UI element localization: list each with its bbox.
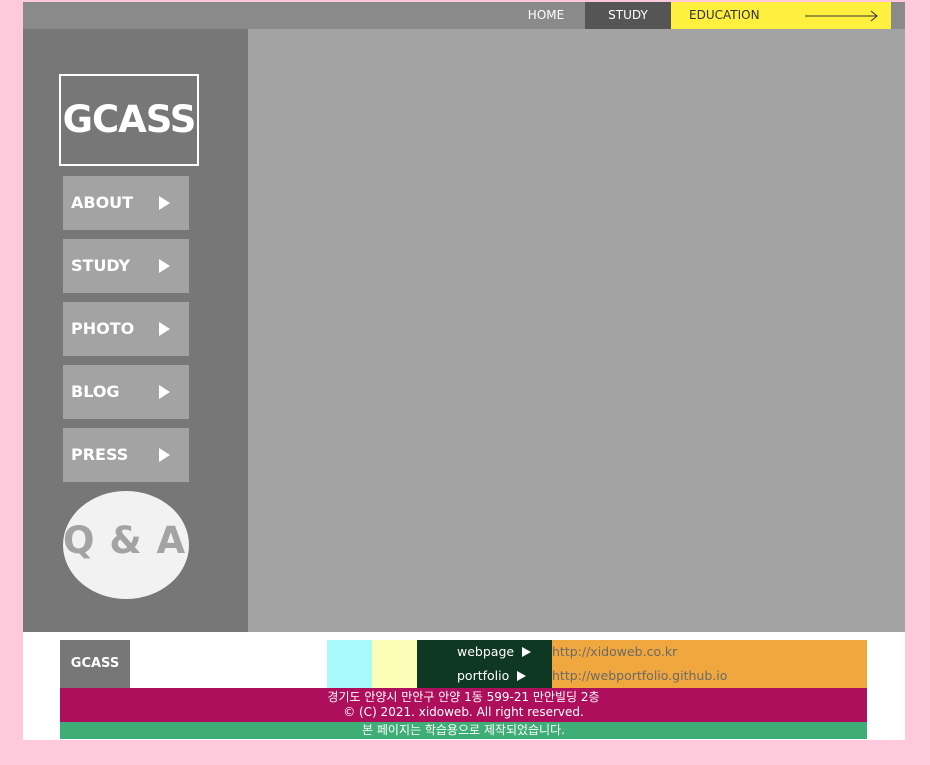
- long-arrow-right-icon: [805, 10, 878, 22]
- footer-link-portfolio[interactable]: portfolio: [457, 668, 527, 683]
- color-swatch-yellow: [372, 640, 417, 688]
- menu-item-label: BLOG: [71, 382, 120, 401]
- footer-link-label: portfolio: [457, 668, 510, 683]
- triangle-right-icon: [159, 322, 170, 336]
- page: HOME STUDY EDUCATION GCASS ABOUT STUDY P…: [23, 2, 905, 740]
- site-logo[interactable]: GCASS: [59, 74, 199, 166]
- top-navigation-bar: HOME STUDY EDUCATION: [23, 2, 905, 29]
- triangle-right-icon: [517, 671, 527, 681]
- footer-address: 경기도 안양시 만안구 안양 1동 599-21 만안빌딩 2층: [327, 690, 600, 704]
- footer-link-label: webpage: [457, 644, 515, 659]
- nav-education[interactable]: EDUCATION: [671, 2, 891, 29]
- triangle-right-icon: [159, 259, 170, 273]
- nav-study[interactable]: STUDY: [585, 2, 671, 29]
- footer: GCASS webpage portfolio http://xidoweb.c…: [23, 635, 905, 740]
- qa-button[interactable]: Q & A: [63, 491, 189, 599]
- main-content-area: [248, 29, 905, 632]
- footer-urls: http://xidoweb.co.kr http://webportfolio…: [552, 640, 867, 688]
- menu-item-photo[interactable]: PHOTO: [63, 302, 189, 356]
- footer-address-block: 경기도 안양시 만안구 안양 1동 599-21 만안빌딩 2층 © (C) 2…: [60, 688, 867, 722]
- menu-item-label: STUDY: [71, 256, 131, 275]
- menu-item-blog[interactable]: BLOG: [63, 365, 189, 419]
- triangle-right-icon: [159, 385, 170, 399]
- menu-item-label: ABOUT: [71, 193, 134, 212]
- menu-item-study[interactable]: STUDY: [63, 239, 189, 293]
- footer-links: webpage portfolio: [417, 640, 552, 688]
- color-swatch-cyan: [327, 640, 372, 688]
- triangle-right-icon: [522, 647, 532, 657]
- footer-url-webpage[interactable]: http://xidoweb.co.kr: [552, 644, 677, 659]
- triangle-right-icon: [159, 196, 170, 210]
- nav-home[interactable]: HOME: [506, 2, 586, 29]
- footer-url-portfolio[interactable]: http://webportfolio.github.io: [552, 668, 727, 683]
- qa-label: Q & A: [63, 519, 187, 562]
- footer-logo[interactable]: GCASS: [60, 640, 130, 688]
- footer-notice: 본 페이지는 학습용으로 제작되었습니다.: [60, 722, 867, 739]
- footer-copyright: © (C) 2021. xidoweb. All right reserved.: [343, 705, 584, 719]
- menu-item-about[interactable]: ABOUT: [63, 176, 189, 230]
- sidebar: GCASS ABOUT STUDY PHOTO BLOG PRESS Q & A: [23, 29, 248, 632]
- menu-item-label: PHOTO: [71, 319, 135, 338]
- menu-item-press[interactable]: PRESS: [63, 428, 189, 482]
- nav-education-label: EDUCATION: [689, 8, 760, 22]
- menu-item-label: PRESS: [71, 445, 129, 464]
- footer-link-webpage[interactable]: webpage: [457, 644, 532, 659]
- triangle-right-icon: [159, 448, 170, 462]
